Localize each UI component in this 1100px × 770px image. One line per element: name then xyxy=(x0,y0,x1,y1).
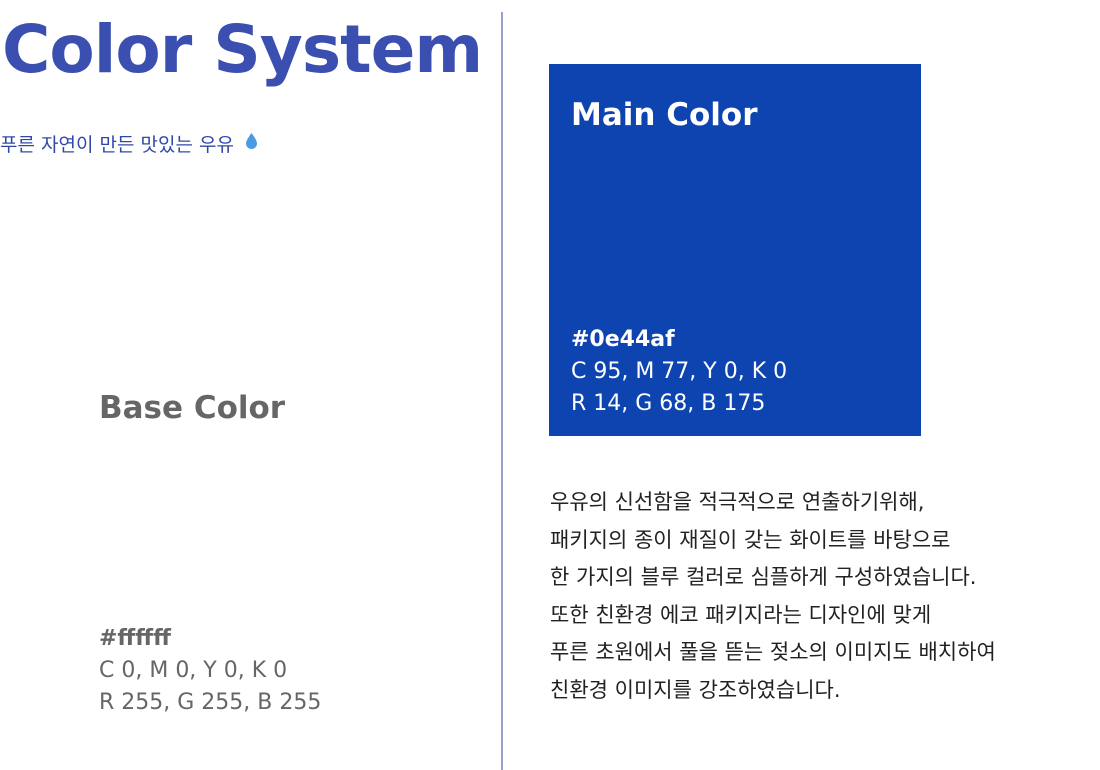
description-line: 한 가지의 블루 컬러로 심플하게 구성하였습니다. xyxy=(550,565,977,590)
base-color-cmyk: C 0, M 0, Y 0, K 0 xyxy=(99,658,288,683)
base-color-info: #ffffff C 0, M 0, Y 0, K 0 R 255, G 255,… xyxy=(99,623,321,719)
main-color-hex: #0e44af xyxy=(571,327,675,352)
color-system-page: Color System 푸른 자연이 만든 맛있는 우유 Base Color… xyxy=(0,0,1100,770)
base-color-rgb: R 255, G 255, B 255 xyxy=(99,690,322,715)
page-title: Color System xyxy=(2,11,483,88)
water-drop-icon xyxy=(245,133,257,149)
main-color-swatch: Main Color #0e44af C 95, M 77, Y 0, K 0 … xyxy=(549,64,921,436)
subtitle-text: 푸른 자연이 만든 맛있는 우유 xyxy=(0,134,234,156)
description-line: 친환경 이미지를 강조하였습니다. xyxy=(550,677,841,702)
main-color-info: #0e44af C 95, M 77, Y 0, K 0 R 14, G 68,… xyxy=(571,324,787,420)
main-color-cmyk: C 95, M 77, Y 0, K 0 xyxy=(571,359,788,384)
base-color-hex: #ffffff xyxy=(99,626,171,651)
base-color-title: Base Color xyxy=(99,390,286,426)
main-color-title: Main Color xyxy=(571,97,758,133)
vertical-divider xyxy=(501,12,503,770)
description-line: 푸른 초원에서 풀을 뜯는 젖소의 이미지도 배치하여 xyxy=(550,640,996,665)
color-description: 우유의 신선함을 적극적으로 연출하기위해, 패키지의 종이 재질이 갖는 화이… xyxy=(550,484,996,710)
description-line: 패키지의 종이 재질이 갖는 화이트를 바탕으로 xyxy=(550,527,951,552)
page-subtitle: 푸른 자연이 만든 맛있는 우유 xyxy=(0,130,257,160)
description-line: 또한 친환경 에코 패키지라는 디자인에 맞게 xyxy=(550,602,932,627)
description-line: 우유의 신선함을 적극적으로 연출하기위해, xyxy=(550,490,925,514)
main-color-rgb: R 14, G 68, B 175 xyxy=(571,391,766,416)
